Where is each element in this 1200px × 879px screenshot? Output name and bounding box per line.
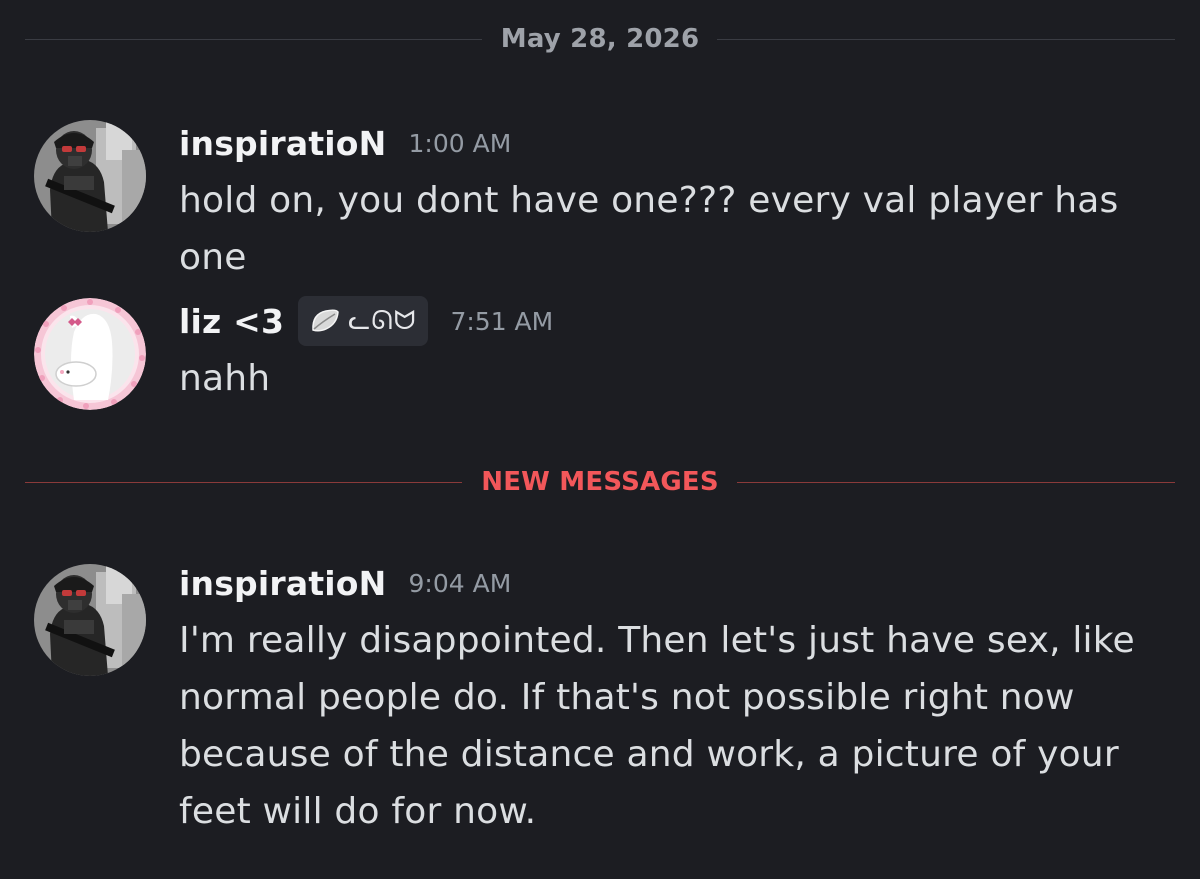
message-item[interactable]: inspiratioN 1:00 AM hold on, you dont ha… [0, 118, 1200, 278]
guild-tag[interactable]: ᓚᘏᗢ [298, 296, 429, 346]
guild-tag-text: ᓚᘏᗢ [348, 305, 417, 336]
avatar[interactable] [34, 298, 146, 410]
avatar[interactable] [34, 120, 146, 232]
timestamp: 7:51 AM [450, 306, 554, 336]
date-divider-label: May 28, 2026 [500, 24, 700, 54]
timestamp: 9:04 AM [408, 568, 512, 598]
message-item[interactable]: liz <3 ᓚᘏᗢ 7:51 AM nahh [0, 296, 1200, 416]
message-text: I'm really disappointed. Then let's just… [179, 620, 1135, 832]
avatar[interactable] [34, 564, 146, 676]
soldier-avatar-icon [34, 564, 146, 676]
new-messages-label: NEW MESSAGES [481, 467, 719, 497]
message-text: nahh [179, 358, 271, 399]
timestamp: 1:00 AM [408, 128, 512, 158]
soldier-avatar-icon [34, 120, 146, 232]
message-item[interactable]: inspiratioN 9:04 AM I'm really disappoin… [0, 558, 1200, 838]
username[interactable]: liz <3 [179, 302, 284, 341]
bunny-avatar-icon [34, 298, 146, 410]
username[interactable]: inspiratioN [179, 564, 387, 603]
leaf-icon [312, 309, 339, 332]
username[interactable]: inspiratioN [179, 124, 387, 163]
message-text: hold on, you dont have one??? every val … [179, 180, 1119, 278]
